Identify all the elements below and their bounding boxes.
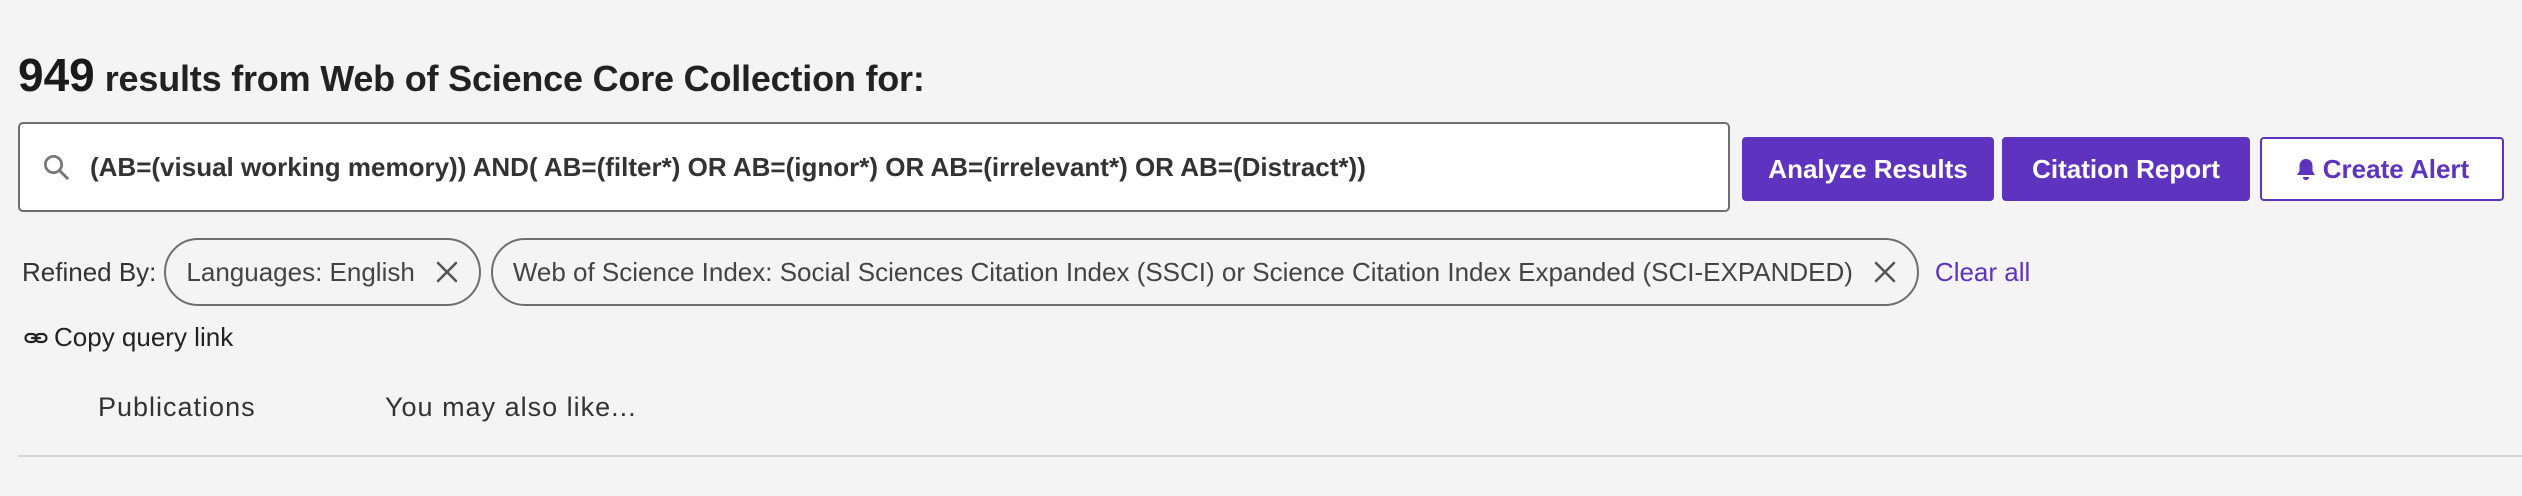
close-icon[interactable]	[433, 258, 461, 286]
search-query-text[interactable]: (AB=(visual working memory)) AND( AB=(fi…	[90, 152, 1366, 183]
clear-all-link[interactable]: Clear all	[1935, 257, 2030, 288]
results-source-text: results from Web of Science Core Collect…	[104, 58, 925, 99]
results-count: 949	[18, 49, 95, 101]
results-tabs: Publications You may also like...	[0, 380, 2522, 456]
filter-chip-label: Web of Science Index: Social Sciences Ci…	[512, 256, 1853, 287]
bell-icon	[2295, 157, 2317, 181]
results-heading: 949 results from Web of Science Core Col…	[18, 48, 925, 108]
search-query-box[interactable]: (AB=(visual working memory)) AND( AB=(fi…	[18, 122, 1730, 212]
search-results-page: 949 results from Web of Science Core Col…	[0, 0, 2522, 496]
analyze-results-label: Analyze Results	[1768, 153, 1968, 184]
tab-you-may-also-like[interactable]: You may also like...	[385, 392, 637, 423]
close-icon[interactable]	[1871, 258, 1899, 286]
filter-chip-wos-index: Web of Science Index: Social Sciences Ci…	[490, 238, 1919, 306]
refined-by-row: Refined By: Languages: English Web of Sc…	[22, 236, 2030, 308]
refined-by-label: Refined By:	[22, 256, 157, 287]
create-alert-label: Create Alert	[2322, 153, 2470, 184]
tab-publications[interactable]: Publications	[98, 392, 256, 423]
citation-report-label: Citation Report	[2032, 153, 2220, 184]
citation-report-button[interactable]: Citation Report	[2002, 137, 2250, 201]
filter-chip-label: Languages: English	[186, 256, 415, 287]
link-icon	[24, 326, 48, 350]
tabs-divider	[18, 455, 2522, 457]
copy-query-link[interactable]: Copy query link	[24, 322, 233, 353]
analyze-results-button[interactable]: Analyze Results	[1742, 137, 1994, 201]
search-icon	[38, 149, 74, 185]
copy-query-link-label: Copy query link	[54, 322, 234, 352]
filter-chip-languages: Languages: English	[164, 238, 481, 306]
create-alert-button[interactable]: Create Alert	[2260, 137, 2504, 201]
